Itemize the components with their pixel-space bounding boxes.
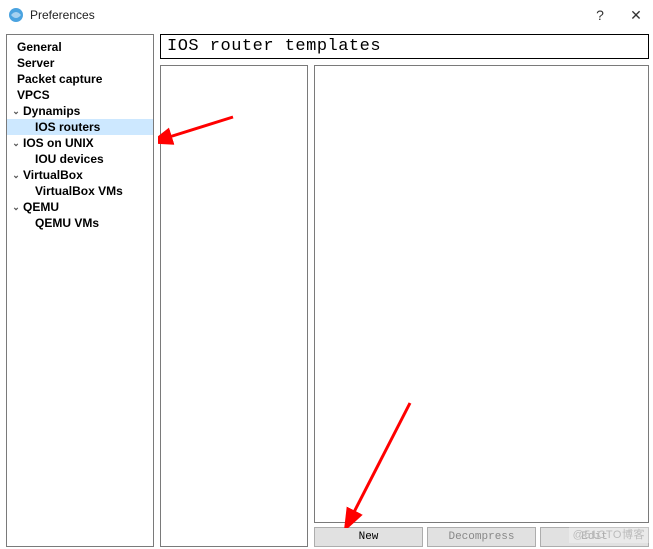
tree-item-label: Server xyxy=(17,56,54,70)
window-body: GeneralServerPacket captureVPCS⌄Dynamips… xyxy=(0,30,653,549)
detail-box xyxy=(314,65,649,523)
help-button[interactable]: ? xyxy=(591,7,609,23)
main-panel: IOS router templates New Decompress Edit xyxy=(160,34,651,547)
tree-item-qemu[interactable]: ⌄QEMU xyxy=(7,199,153,215)
tree-item-server[interactable]: Server xyxy=(7,55,153,71)
app-icon xyxy=(8,7,24,23)
tree-item-packet-capture[interactable]: Packet capture xyxy=(7,71,153,87)
tree-item-label: VirtualBox VMs xyxy=(35,184,123,198)
tree-item-label: Packet capture xyxy=(17,72,102,86)
tree-item-virtualbox-vms[interactable]: VirtualBox VMs xyxy=(7,183,153,199)
watermark: @51CTO博客 xyxy=(569,525,649,543)
tree-item-label: IOU devices xyxy=(35,152,104,166)
titlebar: Preferences ? ✕ xyxy=(0,0,653,30)
window-controls: ? ✕ xyxy=(591,7,645,24)
chevron-down-icon[interactable]: ⌄ xyxy=(11,202,21,213)
tree-item-label: General xyxy=(17,40,62,54)
close-button[interactable]: ✕ xyxy=(627,7,645,24)
tree-item-label: IOS routers xyxy=(35,120,100,134)
chevron-down-icon[interactable]: ⌄ xyxy=(11,170,21,181)
tree-item-label: VPCS xyxy=(17,88,50,102)
tree-item-dynamips[interactable]: ⌄Dynamips xyxy=(7,103,153,119)
new-button[interactable]: New xyxy=(314,527,423,547)
tree-item-general[interactable]: General xyxy=(7,39,153,55)
tree-item-iou-devices[interactable]: IOU devices xyxy=(7,151,153,167)
chevron-down-icon[interactable]: ⌄ xyxy=(11,138,21,149)
templates-list[interactable] xyxy=(160,65,308,547)
detail-area: New Decompress Edit xyxy=(314,65,649,547)
decompress-button: Decompress xyxy=(427,527,536,547)
tree-item-ios-on-unix[interactable]: ⌄IOS on UNIX xyxy=(7,135,153,151)
panel-title: IOS router templates xyxy=(160,34,649,59)
tree-item-ios-routers[interactable]: IOS routers xyxy=(7,119,153,135)
panel-body: New Decompress Edit xyxy=(160,65,649,547)
tree-item-virtualbox[interactable]: ⌄VirtualBox xyxy=(7,167,153,183)
chevron-down-icon[interactable]: ⌄ xyxy=(11,106,21,117)
window-title: Preferences xyxy=(30,8,591,22)
tree-item-label: VirtualBox xyxy=(23,168,83,182)
preferences-tree[interactable]: GeneralServerPacket captureVPCS⌄Dynamips… xyxy=(6,34,154,547)
tree-item-qemu-vms[interactable]: QEMU VMs xyxy=(7,215,153,231)
tree-item-label: QEMU VMs xyxy=(35,216,99,230)
tree-item-label: Dynamips xyxy=(23,104,80,118)
tree-item-vpcs[interactable]: VPCS xyxy=(7,87,153,103)
tree-item-label: QEMU xyxy=(23,200,59,214)
tree-item-label: IOS on UNIX xyxy=(23,136,94,150)
